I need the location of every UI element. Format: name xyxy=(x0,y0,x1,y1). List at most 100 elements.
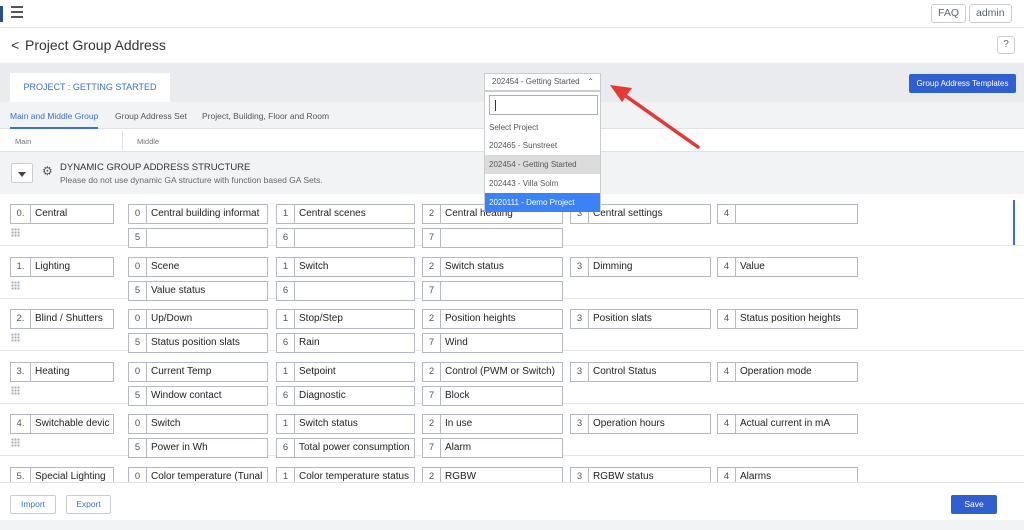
middle-group-number: 6 xyxy=(277,386,295,405)
middle-group-field[interactable]: 1 Setpoint xyxy=(276,361,415,382)
drag-handle-icon[interactable] xyxy=(11,333,20,342)
middle-group-number: 6 xyxy=(277,229,295,247)
middle-group-field[interactable]: 5 Window contact xyxy=(128,385,268,406)
main-group-field[interactable]: 5. Special Lighting xyxy=(10,466,114,482)
drag-handle-icon[interactable] xyxy=(11,228,20,237)
middle-group-field[interactable]: 5 Value status xyxy=(128,280,268,301)
middle-group-field[interactable]: 6 Rain xyxy=(276,333,415,353)
middle-group-field[interactable]: 3 Control Status xyxy=(570,361,711,382)
top-bar: FAQ admin xyxy=(0,0,1024,28)
middle-group-field[interactable]: 4 Operation mode xyxy=(717,361,858,382)
middle-group-field[interactable]: 3 Dimming xyxy=(570,256,711,277)
dropdown-search-input[interactable] xyxy=(489,95,598,115)
drag-handle-icon[interactable] xyxy=(11,385,20,395)
middle-group-field[interactable]: 1 Switch status xyxy=(276,414,415,434)
middle-group-field[interactable]: 4 Status position heights xyxy=(717,309,858,329)
save-button[interactable]: Save xyxy=(951,495,997,514)
dropdown-option[interactable]: 202443 - Villa Solm xyxy=(485,174,600,193)
middle-group-field[interactable]: 3 Position slats xyxy=(570,309,711,329)
middle-group-field[interactable]: 6 Total power consumption xyxy=(276,438,415,458)
middle-group-field[interactable]: 7 xyxy=(422,228,563,248)
main-group-field[interactable]: 3. Heating xyxy=(10,361,114,382)
main-group-name: Heating xyxy=(35,365,70,377)
middle-group-field[interactable]: 4 Alarms xyxy=(717,466,858,482)
middle-group-field[interactable]: 7 Alarm xyxy=(422,438,563,458)
middle-group-name: Status position slats xyxy=(151,337,240,348)
faq-button[interactable]: FAQ xyxy=(931,4,967,23)
admin-button[interactable]: admin xyxy=(969,4,1012,23)
middle-group-field[interactable]: 7 Block xyxy=(422,385,563,406)
dropdown-option[interactable]: Select Project xyxy=(485,118,600,137)
project-select[interactable]: 202454 - Getting Started ⌃ xyxy=(484,73,601,91)
middle-group-name: Switch xyxy=(299,260,329,272)
middle-group-number: 4 xyxy=(718,205,736,223)
middle-group-number: 7 xyxy=(423,439,441,457)
middle-group-field[interactable]: 0 Color temperature (Tunal xyxy=(128,466,268,482)
middle-group-field[interactable]: 6 Diagnostic xyxy=(276,385,415,406)
middle-group-name: Status position heights xyxy=(740,313,841,324)
middle-group-field[interactable]: 3 Operation hours xyxy=(570,414,711,434)
drag-handle-icon[interactable] xyxy=(11,438,20,447)
middle-group-name: Position heights xyxy=(445,313,516,324)
middle-group-field[interactable]: 5 Status position slats xyxy=(128,333,268,353)
main-group-name: Blind / Shutters xyxy=(35,313,103,324)
dropdown-option-hovered[interactable]: 2020111 - Demo Project xyxy=(485,193,600,212)
main-group-field[interactable]: 1. Lighting xyxy=(10,256,114,277)
main-group-field[interactable]: 0. Central xyxy=(10,204,114,224)
middle-group-field[interactable]: 3 RGBW status xyxy=(570,466,711,482)
middle-group-field[interactable]: 7 Wind xyxy=(422,333,563,353)
middle-group-field[interactable]: 1 Central scenes xyxy=(276,204,415,224)
dynamic-toggle-button[interactable] xyxy=(11,163,33,183)
active-indicator xyxy=(0,6,3,22)
middle-group-name: Up/Down xyxy=(151,313,193,324)
tab-group-address-set[interactable]: Group Address Set xyxy=(115,111,187,121)
middle-group-number: 3 xyxy=(571,467,589,482)
group-address-templates-button[interactable]: Group Address Templates xyxy=(909,74,1016,93)
middle-group-number: 4 xyxy=(718,310,736,328)
middle-group-field[interactable]: 0 Current Temp xyxy=(128,361,268,382)
middle-group-field[interactable]: 2 In use xyxy=(422,414,563,434)
drag-handle-icon[interactable] xyxy=(11,280,20,290)
middle-group-field[interactable]: 0 Scene xyxy=(128,256,268,277)
help-button[interactable]: ? xyxy=(997,36,1015,54)
middle-group-field[interactable]: 0 Central building informat xyxy=(128,204,268,224)
tab-main-middle-group[interactable]: Main and Middle Group xyxy=(10,111,98,121)
middle-group-field[interactable]: 1 Color temperature status xyxy=(276,466,415,482)
dropdown-option-selected[interactable]: 202454 - Getting Started xyxy=(485,155,600,174)
middle-group-field[interactable]: 2 Control (PWM or Switch) xyxy=(422,361,563,382)
middle-group-field[interactable]: 2 Switch status xyxy=(422,256,563,277)
middle-group-field[interactable]: 7 xyxy=(422,280,563,301)
middle-group-name: Wind xyxy=(445,337,468,348)
middle-group-field[interactable]: 1 Stop/Step xyxy=(276,309,415,329)
export-button[interactable]: Export xyxy=(66,495,111,514)
middle-group-number: 4 xyxy=(718,467,736,482)
middle-group-field[interactable]: 2 RGBW xyxy=(422,466,563,482)
middle-group-field[interactable]: 6 xyxy=(276,280,415,301)
middle-group-number: 0 xyxy=(129,257,147,276)
scrollbar[interactable] xyxy=(1013,200,1015,245)
dropdown-option[interactable]: 202465 - Sunstreet xyxy=(485,136,600,155)
middle-group-field[interactable]: 1 Switch xyxy=(276,256,415,277)
middle-group-field[interactable]: 4 Value xyxy=(717,256,858,277)
middle-group-field[interactable]: 0 Up/Down xyxy=(128,309,268,329)
import-button[interactable]: Import xyxy=(10,495,56,514)
project-tab[interactable]: PROJECT : GETTING STARTED xyxy=(10,73,170,102)
middle-group-name xyxy=(151,229,265,247)
middle-group-number: 5 xyxy=(129,229,147,247)
menu-icon[interactable] xyxy=(11,6,23,20)
middle-group-field[interactable]: 5 xyxy=(128,228,268,248)
main-group-field[interactable]: 4. Switchable devic xyxy=(10,414,114,434)
middle-group-name: Central settings xyxy=(593,208,663,219)
middle-group-field[interactable]: 4 xyxy=(717,204,858,224)
tab-project-building[interactable]: Project, Building, Floor and Room xyxy=(202,111,329,121)
back-icon[interactable]: < xyxy=(11,37,19,53)
middle-group-field[interactable]: 5 Power in Wh xyxy=(128,438,268,458)
middle-group-field[interactable]: 6 xyxy=(276,228,415,248)
middle-group-field[interactable]: 0 Switch xyxy=(128,414,268,434)
middle-group-number: 7 xyxy=(423,281,441,300)
middle-group-field[interactable]: 2 Position heights xyxy=(422,309,563,329)
middle-group-field[interactable]: 4 Actual current in mA xyxy=(717,414,858,434)
middle-group-number: 2 xyxy=(423,362,441,381)
main-group-field[interactable]: 2. Blind / Shutters xyxy=(10,309,114,329)
middle-group-number: 2 xyxy=(423,415,441,433)
